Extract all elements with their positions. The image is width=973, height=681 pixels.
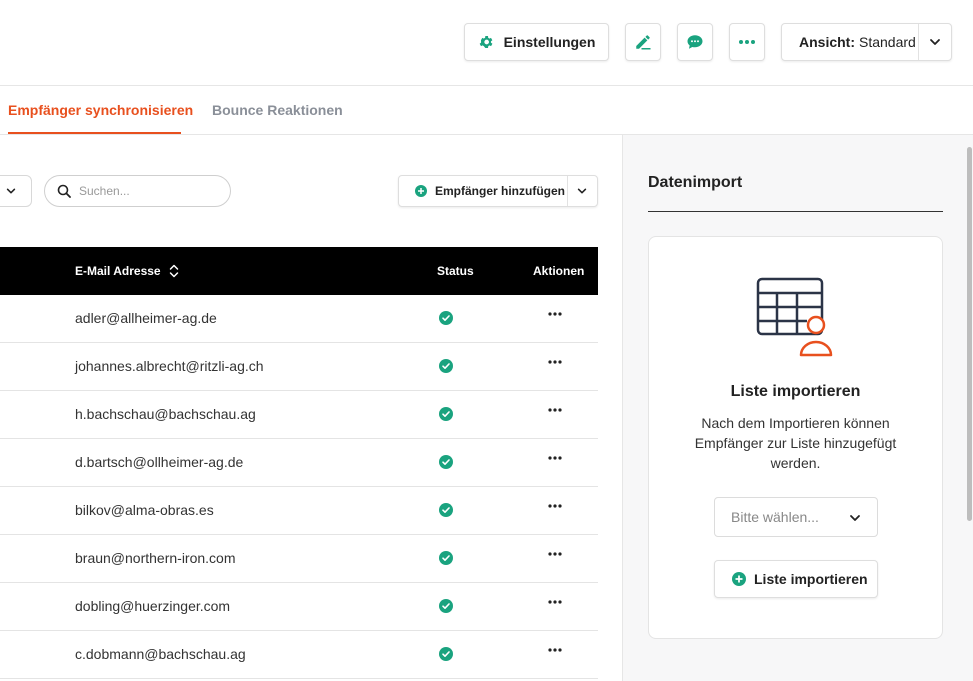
row-actions-icon[interactable] — [548, 504, 562, 508]
search-input[interactable] — [79, 184, 219, 198]
row-email: d.bartsch@ollheimer-ag.de — [75, 454, 244, 470]
check-circle-icon — [439, 647, 453, 661]
scrollbar[interactable] — [967, 147, 972, 521]
import-panel: Datenimport Liste importieren Nach dem I… — [622, 135, 973, 681]
tab-bounce-reaktionen[interactable]: Bounce Reaktionen — [212, 102, 343, 118]
table-row[interactable]: h.bachschau@bachschau.ag — [0, 391, 598, 439]
more-options-button[interactable] — [729, 23, 765, 61]
row-email: h.bachschau@bachschau.ag — [75, 406, 256, 422]
plus-circle-icon — [732, 572, 746, 586]
chevron-down-icon[interactable] — [576, 185, 588, 197]
chat-button[interactable] — [677, 23, 713, 61]
search-box[interactable] — [44, 175, 231, 207]
row-email: braun@northern-iron.com — [75, 550, 236, 566]
gear-icon — [479, 36, 492, 48]
import-panel-title: Datenimport — [648, 174, 743, 191]
import-list-button[interactable]: Liste importieren — [714, 560, 878, 598]
table-row[interactable]: adler@allheimer-ag.de — [0, 295, 598, 343]
list-select[interactable]: Bitte wählen... — [714, 497, 878, 537]
table-row[interactable]: bilkov@alma-obras.es — [0, 487, 598, 535]
edit-button[interactable] — [625, 23, 661, 61]
check-circle-icon — [439, 359, 453, 373]
import-card-title: Liste importieren — [730, 383, 861, 400]
chat-bubble-icon — [687, 35, 703, 49]
row-actions-icon[interactable] — [548, 312, 562, 316]
view-selector-value: Standard — [859, 34, 916, 50]
column-header-email-label: E-Mail Adresse — [75, 264, 161, 278]
add-recipient-divider — [567, 176, 568, 206]
check-circle-icon — [439, 551, 453, 565]
table-person-icon — [756, 277, 833, 357]
import-card: Liste importieren Nach dem Importieren k… — [648, 236, 943, 639]
column-header-email[interactable]: E-Mail Adresse — [75, 264, 179, 278]
check-circle-icon — [439, 311, 453, 325]
tab-bar: Empfänger synchronisieren Bounce Reaktio… — [0, 86, 973, 135]
column-header-status: Status — [437, 264, 474, 278]
row-actions-icon[interactable] — [548, 552, 562, 556]
top-toolbar: Einstellungen Ansicht: Standard — [0, 0, 973, 86]
import-panel-divider — [648, 211, 943, 212]
row-actions-icon[interactable] — [548, 600, 562, 604]
table-row[interactable]: braun@northern-iron.com — [0, 535, 598, 583]
settings-button-label: Einstellungen — [503, 34, 596, 50]
filter-dropdown[interactable] — [0, 175, 32, 207]
check-circle-icon — [439, 407, 453, 421]
view-selector[interactable]: Ansicht: Standard — [781, 23, 952, 61]
table-row[interactable]: c.dobmann@bachschau.ag — [0, 631, 598, 679]
import-card-description: Nach dem Importieren können Empfänger zu… — [694, 415, 897, 471]
search-icon — [57, 184, 71, 198]
check-circle-icon — [439, 599, 453, 613]
row-actions-icon[interactable] — [548, 408, 562, 412]
table-row[interactable]: d.bartsch@ollheimer-ag.de — [0, 439, 598, 487]
recipients-table: E-Mail Adresse Status Aktionen adler@all… — [0, 247, 598, 679]
row-actions-icon[interactable] — [548, 360, 562, 364]
table-row[interactable]: dobling@huerzinger.com — [0, 583, 598, 631]
row-actions-icon[interactable] — [548, 648, 562, 652]
table-header: E-Mail Adresse Status Aktionen — [0, 247, 598, 295]
add-recipient-button[interactable]: Empfänger hinzufügen — [399, 176, 567, 206]
plus-circle-icon — [415, 185, 427, 197]
sort-icon[interactable] — [169, 264, 179, 278]
table-body: adler@allheimer-ag.de johannes.albrecht@r… — [0, 295, 598, 679]
active-tab-indicator — [8, 132, 181, 134]
row-email: c.dobmann@bachschau.ag — [75, 646, 246, 662]
more-dots-icon — [739, 40, 755, 44]
import-list-button-label: Liste importieren — [754, 571, 868, 587]
chevron-down-icon — [6, 188, 16, 194]
settings-button[interactable]: Einstellungen — [464, 23, 609, 61]
add-recipient-button-group: Empfänger hinzufügen — [398, 175, 598, 207]
list-select-value: Bitte wählen... — [731, 509, 819, 525]
pen-icon — [636, 35, 651, 50]
chevron-down-icon — [850, 515, 860, 521]
row-email: bilkov@alma-obras.es — [75, 502, 214, 518]
table-row[interactable]: johannes.albrecht@ritzli-ag.ch — [0, 343, 598, 391]
row-email: dobling@huerzinger.com — [75, 598, 231, 614]
row-email: adler@allheimer-ag.de — [75, 310, 217, 326]
check-circle-icon — [439, 503, 453, 517]
add-recipient-label: Empfänger hinzufügen — [435, 184, 565, 198]
row-email: johannes.albrecht@ritzli-ag.ch — [75, 358, 264, 374]
column-header-actions: Aktionen — [533, 264, 585, 278]
chevron-down-icon[interactable] — [928, 35, 942, 49]
row-actions-icon[interactable] — [548, 456, 562, 460]
view-selector-divider — [918, 24, 919, 60]
check-circle-icon — [439, 455, 453, 469]
view-selector-label: Ansicht: — [799, 34, 855, 50]
tab-empfaenger-synchronisieren[interactable]: Empfänger synchronisieren — [8, 102, 193, 118]
